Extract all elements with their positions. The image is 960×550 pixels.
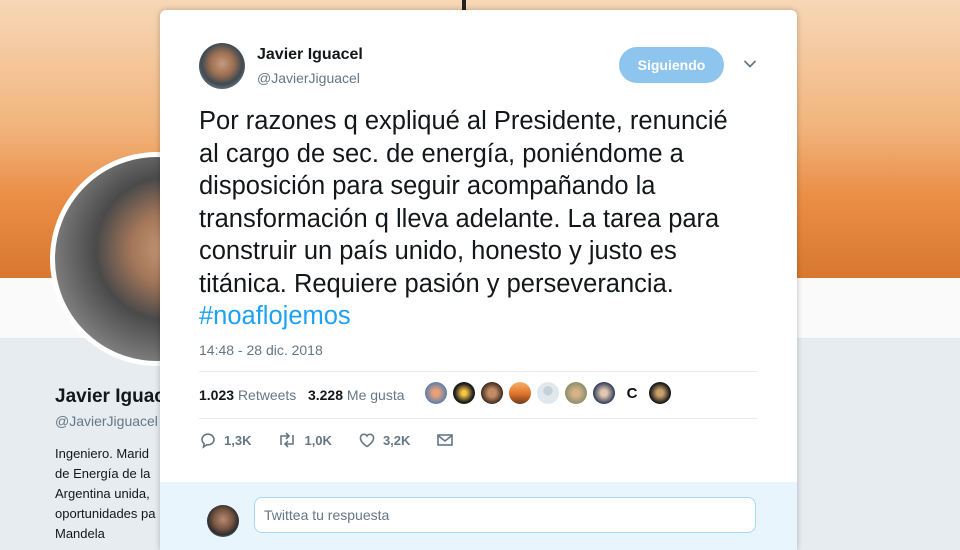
liker-avatar[interactable] xyxy=(425,382,447,404)
divider xyxy=(199,371,757,372)
likes-label[interactable]: Me gusta xyxy=(347,387,405,403)
like-count: 3,2K xyxy=(382,432,411,448)
default-avatar-icon[interactable] xyxy=(537,382,559,404)
profile-handle: @JavierJiguacel xyxy=(55,413,158,429)
retweet-icon xyxy=(280,432,295,448)
likers-avatars: C xyxy=(425,382,671,404)
tweet-actions: 1,3K 1,0K 3,2K xyxy=(199,431,487,449)
liker-avatar[interactable] xyxy=(649,382,671,404)
tweet-modal: Javier Iguacel @JavierJiguacel Siguiendo… xyxy=(160,10,797,550)
liker-avatar[interactable] xyxy=(593,382,615,404)
reply-count: 1,3K xyxy=(224,432,252,448)
author-name[interactable]: Javier Iguacel xyxy=(257,46,363,64)
author-handle[interactable]: @JavierJiguacel xyxy=(257,70,360,86)
divider xyxy=(199,418,757,419)
tweet-body: Por razones q expliqué al Presidente, re… xyxy=(199,107,728,298)
liker-avatar[interactable] xyxy=(565,382,587,404)
likes-count[interactable]: 3.228 xyxy=(308,387,343,403)
retweet-button[interactable]: 1,0K xyxy=(277,431,332,449)
tweet-text: Por razones q expliqué al Presidente, re… xyxy=(199,105,774,333)
liker-avatar[interactable]: C xyxy=(621,382,643,404)
direct-message-button[interactable] xyxy=(436,431,461,449)
tweet-timestamp[interactable]: 14:48 - 28 dic. 2018 xyxy=(199,342,323,358)
heart-icon xyxy=(359,433,375,448)
retweets-label[interactable]: Retweets xyxy=(238,387,296,403)
profile-bio: Ingeniero. Marid de Energía de la Argent… xyxy=(55,446,156,541)
reply-icon xyxy=(201,433,215,449)
reply-button[interactable]: 1,3K xyxy=(199,431,251,449)
chevron-down-icon[interactable] xyxy=(743,57,757,71)
following-button[interactable]: Siguiendo xyxy=(619,47,724,83)
liker-avatar[interactable] xyxy=(509,382,531,404)
retweets-count[interactable]: 1.023 xyxy=(199,387,234,403)
hashtag-link[interactable]: #noaflojemos xyxy=(199,302,351,330)
profile-name: Javier Iguac xyxy=(55,386,165,407)
current-user-avatar[interactable] xyxy=(207,505,239,537)
tweet-stats: 1.023 Retweets 3.228 Me gusta xyxy=(199,387,405,403)
like-button[interactable]: 3,2K xyxy=(358,431,410,449)
retweet-count: 1,0K xyxy=(304,432,332,448)
envelope-icon xyxy=(437,434,454,446)
liker-avatar[interactable] xyxy=(481,382,503,404)
reply-input[interactable]: Twittea tu respuesta xyxy=(254,497,756,533)
liker-avatar[interactable] xyxy=(453,382,475,404)
author-avatar[interactable] xyxy=(199,43,245,89)
